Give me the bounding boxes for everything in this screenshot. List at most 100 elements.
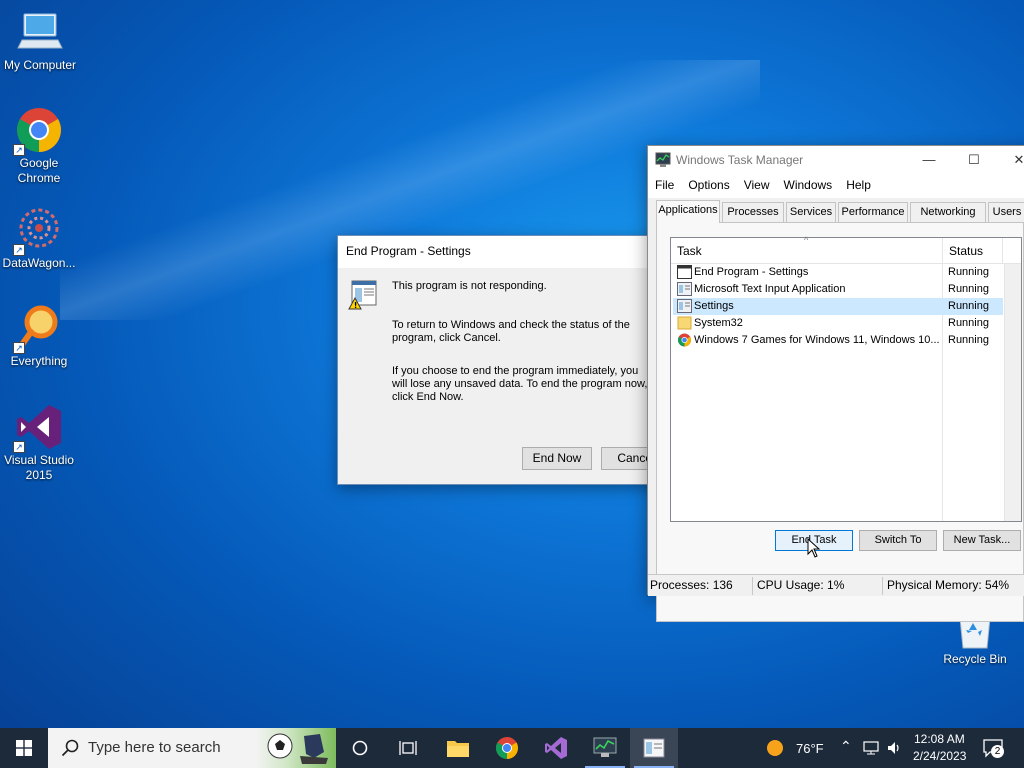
volume-icon[interactable] <box>886 740 902 759</box>
desktop-icon-google-chrome[interactable]: ↗ Google Chrome <box>0 106 79 186</box>
column-header-status[interactable]: Status <box>943 238 1001 264</box>
search-icon <box>61 739 79 757</box>
menu-file[interactable]: File <box>648 174 681 196</box>
task-name: Microsoft Text Input Application <box>694 283 846 295</box>
list-scrollbar[interactable] <box>1004 264 1021 521</box>
status-physical-memory: Physical Memory: 54% <box>887 578 1010 592</box>
task-manager-window: Windows Task Manager — ☐ ✕ File Options Vi… <box>647 145 1024 622</box>
desktop-icon-label: Google Chrome <box>17 156 61 185</box>
show-hidden-icons-chevron-icon[interactable]: ⌃ <box>840 738 852 755</box>
app-window-icon <box>643 738 665 758</box>
svg-text:!: ! <box>354 301 358 310</box>
applications-list[interactable]: ^ Task Status End Program - Settings Run… <box>670 235 1022 522</box>
column-header-task[interactable]: Task <box>671 238 942 264</box>
everything-search-icon: ↗ <box>13 304 63 354</box>
clock-date[interactable]: 2/24/2023 <box>913 749 966 763</box>
task-view-icon <box>399 741 417 755</box>
desktop-icon-my-computer[interactable]: My Computer <box>0 8 80 73</box>
shortcut-arrow-icon: ↗ <box>13 441 25 453</box>
tab-applications[interactable]: Applications <box>656 200 720 223</box>
end-now-button[interactable]: End Now <box>522 447 592 470</box>
dialog-message-end-now-hint: If you choose to end the program immedia… <box>392 365 648 403</box>
taskbar-chrome[interactable] <box>483 728 531 768</box>
chrome-icon: ↗ <box>13 106 63 156</box>
status-bar: Processes: 136 CPU Usage: 1% Physical Me… <box>648 574 1024 596</box>
taskbar-task-manager[interactable] <box>581 728 629 768</box>
shortcut-arrow-icon: ↗ <box>13 244 25 256</box>
dialog-titlebar[interactable]: End Program - Settings <box>338 236 676 268</box>
task-name: Settings <box>694 300 734 312</box>
task-manager-icon <box>593 737 617 757</box>
menu-help[interactable]: Help <box>839 174 878 196</box>
taskbar-file-explorer[interactable] <box>434 728 482 768</box>
menu-windows[interactable]: Windows <box>777 174 840 196</box>
task-manager-title: Windows Task Manager <box>676 153 804 167</box>
windows-logo-icon <box>16 740 32 756</box>
dialog-message-not-responding: This program is not responding. <box>392 280 547 292</box>
status-divider <box>882 577 883 595</box>
menu-options[interactable]: Options <box>681 174 736 196</box>
tab-services[interactable]: Services <box>786 202 836 222</box>
shortcut-arrow-icon: ↗ <box>13 342 25 354</box>
tab-performance[interactable]: Performance <box>838 202 908 222</box>
status-processes: Processes: 136 <box>650 578 733 592</box>
start-button[interactable] <box>0 728 48 768</box>
desktop-icon-label: Recycle Bin <box>943 652 1007 666</box>
task-name: End Program - Settings <box>694 266 809 278</box>
cortana-circle-icon <box>352 740 368 756</box>
task-row[interactable]: Windows 7 Games for Windows 11, Windows … <box>673 332 1003 349</box>
visual-studio-icon: ↗ <box>13 403 63 453</box>
weather-temperature[interactable]: 76°F <box>796 741 824 756</box>
tab-processes[interactable]: Processes <box>722 202 784 222</box>
taskbar-visual-studio[interactable] <box>532 728 580 768</box>
maximize-button[interactable]: ☐ <box>956 149 992 171</box>
list-header: ^ Task Status <box>671 235 1021 264</box>
new-task-button[interactable]: New Task... <box>943 530 1021 551</box>
soccer-ball-icon <box>267 733 328 764</box>
taskbar: Type here to search 76°F ⌃ 12:08 AM 2/24… <box>0 728 1024 768</box>
taskbar-search-box[interactable]: Type here to search <box>48 728 336 768</box>
taskbar-settings-app[interactable] <box>630 728 678 768</box>
desktop-icon-label: Everything <box>10 354 68 368</box>
status-divider <box>752 577 753 595</box>
weather-sun-icon <box>766 739 784 760</box>
close-button[interactable]: ✕ <box>1001 149 1024 171</box>
app-icon <box>677 282 692 296</box>
task-status: Running <box>948 283 989 295</box>
tab-networking[interactable]: Networking <box>910 202 986 222</box>
folder-icon <box>677 316 692 330</box>
tab-users[interactable]: Users <box>988 202 1024 222</box>
clock-time[interactable]: 12:08 AM <box>914 732 965 746</box>
cortana-button[interactable] <box>336 728 384 768</box>
network-icon[interactable] <box>862 740 880 759</box>
desktop-icon-everything[interactable]: ↗ Everything <box>0 304 79 369</box>
desktop-icon-label: Visual Studio 2015 <box>4 453 74 482</box>
dialog-title: End Program - Settings <box>346 244 471 258</box>
folder-icon <box>447 741 469 757</box>
mouse-cursor-icon <box>807 537 821 561</box>
action-center-button[interactable]: 2 <box>982 738 1004 761</box>
desktop-icon-datawagon[interactable]: ↗ DataWagon... <box>0 206 79 271</box>
warning-program-icon: ! <box>348 280 378 310</box>
task-row[interactable]: End Program - Settings Running <box>673 264 1003 281</box>
task-manager-titlebar[interactable]: Windows Task Manager — ☐ ✕ <box>648 146 1024 174</box>
chrome-icon <box>496 737 518 759</box>
task-view-button[interactable] <box>384 728 432 768</box>
task-status: Running <box>948 300 989 312</box>
dialog-message-cancel-hint: To return to Windows and check the statu… <box>392 319 630 344</box>
chrome-icon <box>677 333 692 347</box>
column-divider[interactable] <box>1002 238 1003 263</box>
app-icon <box>677 299 692 313</box>
desktop-icon-visual-studio[interactable]: ↗ Visual Studio 2015 <box>0 403 79 483</box>
switch-to-button[interactable]: Switch To <box>859 530 937 551</box>
shortcut-arrow-icon: ↗ <box>13 144 25 156</box>
minimize-button[interactable]: — <box>911 149 947 171</box>
window-icon <box>677 265 692 279</box>
task-status: Running <box>948 334 989 346</box>
menu-view[interactable]: View <box>737 174 777 196</box>
status-cpu-usage: CPU Usage: 1% <box>757 578 845 592</box>
task-row-selected[interactable]: Settings Running <box>673 298 1003 315</box>
task-row[interactable]: System32 Running <box>673 315 1003 332</box>
task-name: System32 <box>694 317 743 329</box>
task-row[interactable]: Microsoft Text Input Application Running <box>673 281 1003 298</box>
